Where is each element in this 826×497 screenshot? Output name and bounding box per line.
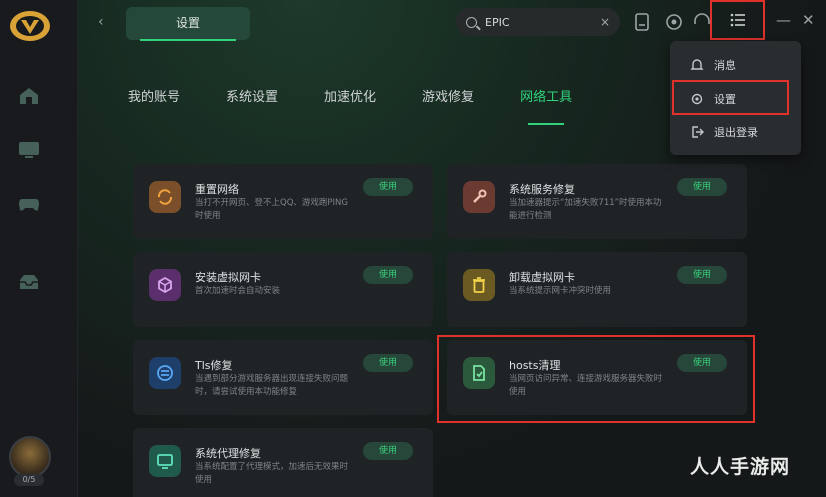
- card-desc: 当遇到部分游戏服务器出现连接失败问题时，请尝试使用本功能修复: [195, 374, 349, 397]
- card-system-service-repair: 系统服务修复 当加速器提示“加速失败711”时使用本功能进行检测 使用: [447, 164, 747, 239]
- card-proxy-repair: 系统代理修复 当系统配置了代理模式，加速后无效果时使用 使用: [133, 428, 433, 497]
- use-button[interactable]: 使用: [363, 178, 413, 196]
- card-desc: 当加速器提示“加速失败711”时使用本功能进行检测: [509, 198, 662, 221]
- tab-network-tools[interactable]: 网络工具: [520, 86, 572, 125]
- card-title: 卸载虚拟网卡: [509, 271, 575, 284]
- card-reset-network: 重置网络 当打不开网页、登不上QQ、游戏跑PING时使用 使用: [133, 164, 433, 239]
- trash-icon: [463, 269, 495, 301]
- minimize-button[interactable]: —: [776, 11, 791, 29]
- use-button[interactable]: 使用: [677, 178, 727, 196]
- headset-icon[interactable]: [692, 12, 712, 32]
- card-title: 系统服务修复: [509, 183, 575, 196]
- card-desc: 当系统提示网卡冲突时使用: [509, 286, 612, 296]
- refresh-top-icon[interactable]: [664, 12, 684, 32]
- card-desc: 首次加速时会自动安装: [195, 286, 281, 296]
- avatar-badge: 0/5: [14, 474, 44, 486]
- search-input[interactable]: EPIC ×: [456, 8, 620, 36]
- use-button[interactable]: 使用: [363, 354, 413, 372]
- clear-search-icon[interactable]: ×: [600, 15, 610, 29]
- gamepad-icon[interactable]: [18, 194, 40, 214]
- tab-my-account[interactable]: 我的账号: [128, 86, 180, 115]
- cube-icon: [149, 269, 181, 301]
- card-title: Tls修复: [195, 359, 233, 372]
- monitor-nav-icon[interactable]: [18, 140, 40, 160]
- tab-system-settings[interactable]: 系统设置: [226, 86, 278, 115]
- use-button[interactable]: 使用: [363, 442, 413, 460]
- settings-nav: 我的账号 系统设置 加速优化 游戏修复 网络工具: [128, 86, 618, 125]
- tab-game-repair[interactable]: 游戏修复: [422, 86, 474, 115]
- wrench-icon: [463, 181, 495, 213]
- menu-item-logout[interactable]: 退出登录: [670, 118, 801, 146]
- sidebar: 0/5: [0, 0, 78, 497]
- app-logo: [10, 11, 50, 41]
- logout-icon: [690, 125, 704, 139]
- refresh-icon: [149, 181, 181, 213]
- card-desc: 当系统配置了代理模式，加速后无效果时使用: [195, 462, 349, 485]
- monitor-icon: [149, 445, 181, 477]
- tls-icon: [149, 357, 181, 389]
- bell-icon: [690, 58, 704, 72]
- card-title: 重置网络: [195, 183, 239, 196]
- back-button[interactable]: ‹: [98, 14, 104, 30]
- close-button[interactable]: ✕: [802, 11, 815, 29]
- search-value: EPIC: [485, 15, 510, 29]
- card-uninstall-vnic: 卸载虚拟网卡 当系统提示网卡冲突时使用 使用: [447, 252, 747, 327]
- use-button[interactable]: 使用: [677, 266, 727, 284]
- search-icon: [466, 16, 477, 28]
- list-menu-icon: [730, 13, 745, 27]
- settings-tab[interactable]: 设置: [126, 7, 250, 41]
- menu-item-messages[interactable]: 消息: [670, 51, 801, 79]
- menu-button[interactable]: [710, 0, 765, 40]
- watermark: 人人手游网: [690, 456, 791, 478]
- settings-menu-highlight: [672, 80, 789, 115]
- badge-icon[interactable]: [632, 12, 652, 32]
- tab-acceleration[interactable]: 加速优化: [324, 86, 376, 115]
- menu-item-label: 消息: [714, 59, 736, 72]
- card-desc: 当打不开网页、登不上QQ、游戏跑PING时使用: [195, 198, 348, 221]
- home-icon[interactable]: [18, 86, 40, 106]
- avatar[interactable]: [9, 436, 51, 478]
- use-button[interactable]: 使用: [363, 266, 413, 284]
- card-tls-repair: Tls修复 当遇到部分游戏服务器出现连接失败问题时，请尝试使用本功能修复 使用: [133, 340, 433, 415]
- card-title: 安装虚拟网卡: [195, 271, 261, 284]
- card-install-vnic: 安装虚拟网卡 首次加速时会自动安装 使用: [133, 252, 433, 327]
- menu-item-label: 退出登录: [714, 126, 758, 139]
- card-title: 系统代理修复: [195, 447, 261, 460]
- hosts-card-highlight: [437, 335, 755, 423]
- inbox-icon[interactable]: [18, 272, 40, 292]
